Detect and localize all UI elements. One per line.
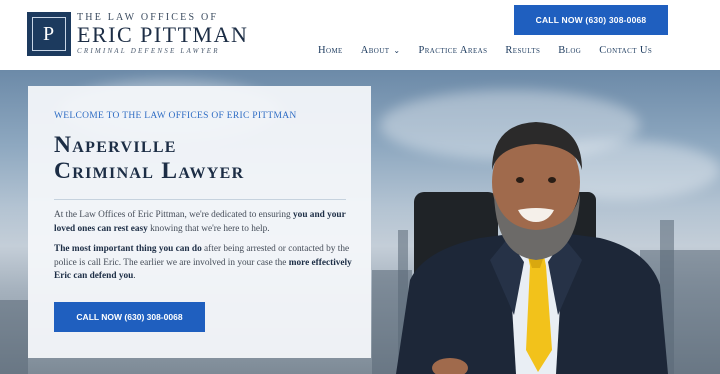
attorney-photo [396,122,668,374]
main-nav: Home About ⌄ Practice Areas Results Blog … [318,45,652,56]
logo-mark-icon: P [27,12,71,56]
logo-subtitle: Criminal Defense Lawyer [77,47,220,55]
call-now-button-header[interactable]: CALL NOW (630) 308-0068 [514,5,668,35]
nav-item-results[interactable]: Results [505,45,540,56]
hero-headline: Naperville Criminal Lawyer [54,132,245,184]
nav-item-about[interactable]: About ⌄ [361,45,401,56]
logo-name: Eric Pittman [77,22,249,47]
chevron-down-icon: ⌄ [393,46,401,55]
site-header: P The Law Offices of Eric Pittman Crimin… [0,0,720,70]
nav-item-contact-us[interactable]: Contact Us [599,45,652,56]
site-logo[interactable]: P The Law Offices of Eric Pittman Crimin… [27,12,248,56]
hero-paragraph-1: At the Law Offices of Eric Pittman, we'r… [54,210,346,234]
hero-divider [54,199,346,200]
hero-paragraph-2: The most important thing you can do afte… [54,244,352,281]
nav-item-blog[interactable]: Blog [558,45,581,56]
hero-welcome-text: WELCOME TO THE LAW OFFICES OF ERIC PITTM… [54,111,297,121]
call-now-button-hero[interactable]: CALL NOW (630) 308-0068 [54,302,205,332]
nav-item-practice-areas[interactable]: Practice Areas [419,45,488,56]
nav-item-home[interactable]: Home [318,45,343,56]
